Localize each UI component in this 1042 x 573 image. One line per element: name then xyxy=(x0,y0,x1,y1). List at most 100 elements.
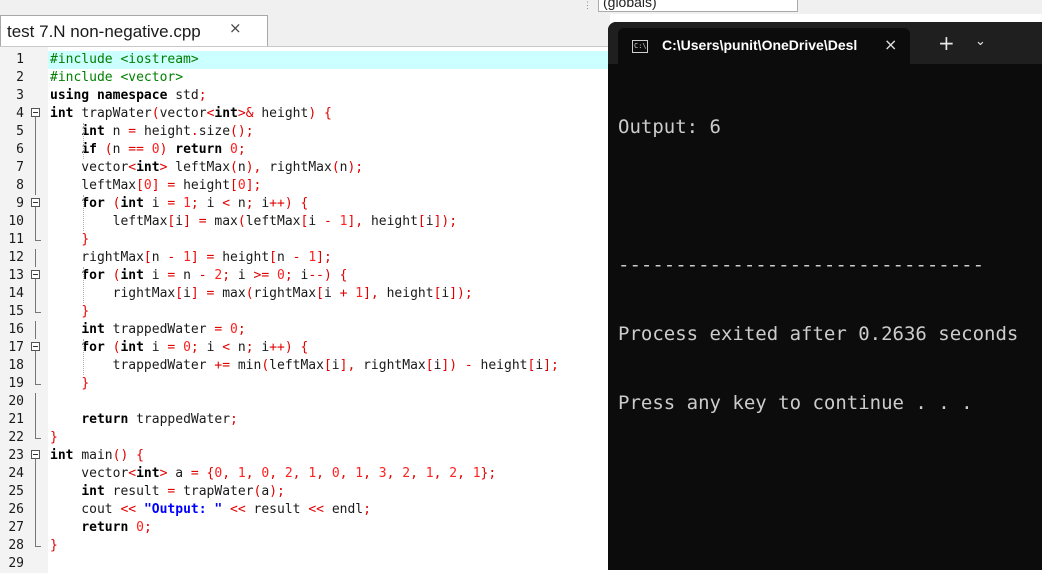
code-token: ( xyxy=(230,160,238,175)
code-line[interactable]: 14 rightMax[i] = max(rightMax[i + 1], he… xyxy=(0,285,610,303)
code-token: i xyxy=(206,340,223,355)
fold-toggle-icon[interactable] xyxy=(31,339,43,357)
code-token: . xyxy=(190,124,199,139)
code-token: i xyxy=(261,196,270,211)
code-token: , xyxy=(457,466,473,481)
code-line[interactable]: 29 xyxy=(0,555,610,573)
line-number: 11 xyxy=(8,232,24,247)
close-icon[interactable]: × xyxy=(229,19,242,37)
code-line[interactable]: 12 rightMax[n - 1] = height[n - 1]; xyxy=(0,249,610,267)
fold-line xyxy=(35,357,36,375)
line-number: 19 xyxy=(8,376,24,391)
code-token: - xyxy=(198,268,215,283)
code-line[interactable]: 27 return 0; xyxy=(0,519,610,537)
code-token: 0 xyxy=(143,178,152,193)
code-line[interactable]: 16 int trappedWater = 0; xyxy=(0,321,610,339)
line-number: 27 xyxy=(8,520,24,535)
console-tab[interactable]: C:\ C:\Users\punit\OneDrive\Desl × xyxy=(618,28,910,64)
code-text: leftMax[i] = max(leftMax[i - 1], height[… xyxy=(50,213,457,231)
code-line[interactable]: 22} xyxy=(0,429,610,447)
code-line[interactable]: 11 } xyxy=(0,231,610,249)
code-token: 1 xyxy=(308,466,317,481)
code-token: return xyxy=(81,520,137,535)
line-number: 25 xyxy=(8,484,24,499)
line-number: 3 xyxy=(16,88,24,103)
code-token: << xyxy=(120,502,144,517)
code-line[interactable]: 8 leftMax[0] = height[0]; xyxy=(0,177,610,195)
fold-line xyxy=(31,159,43,177)
code-line[interactable]: 20 xyxy=(0,393,610,411)
fold-toggle-icon[interactable] xyxy=(31,195,43,213)
code-token: n xyxy=(151,250,168,265)
minus-box-icon[interactable] xyxy=(31,450,40,459)
code-line[interactable]: 26 cout << "Output: " << result << endl; xyxy=(0,501,610,519)
code-lines: 1 #include <iostream> 2 #include <vector> 3 u… xyxy=(0,51,610,573)
code-line[interactable]: 15 } xyxy=(0,303,610,321)
code-line[interactable]: 17 for (int i = 0; i < n; i++) { xyxy=(0,339,610,357)
code-text: return trappedWater; xyxy=(50,411,238,429)
code-token: n xyxy=(112,142,129,157)
minus-box-icon[interactable] xyxy=(31,270,40,279)
code-token: #include <iostream> xyxy=(50,52,199,67)
code-token: [ xyxy=(136,178,144,193)
code-line[interactable]: 4 int trapWater(vector<int>& height) { xyxy=(0,105,610,123)
code-line[interactable]: 21 return trappedWater; xyxy=(0,411,610,429)
line-number: 23 xyxy=(8,448,24,463)
code-line[interactable]: 13 for (int i = n - 2; i >= 0; i--) { xyxy=(0,267,610,285)
fold-end-line xyxy=(35,303,41,313)
code-line[interactable]: 2 #include <vector> xyxy=(0,69,610,87)
minus-box-icon[interactable] xyxy=(31,198,40,207)
line-number: 2 xyxy=(16,70,24,85)
code-line[interactable]: 5 int n = height.size(); xyxy=(0,123,610,141)
fold-line xyxy=(31,177,43,195)
console-output: Output: 6 ​ ----------------------------… xyxy=(618,70,1018,461)
line-number: 13 xyxy=(8,268,24,283)
code-token: = xyxy=(128,124,144,139)
fold-toggle-icon[interactable] xyxy=(31,105,43,123)
code-token: () { xyxy=(112,448,144,463)
fold-line xyxy=(31,141,43,159)
code-line[interactable]: 28} xyxy=(0,537,610,555)
code-line[interactable]: 18 trappedWater += min(leftMax[i], right… xyxy=(0,357,610,375)
line-number: 20 xyxy=(8,394,24,409)
minus-box-icon[interactable] xyxy=(31,342,40,351)
code-token: n xyxy=(183,268,199,283)
code-line[interactable]: 3 using namespace std; xyxy=(0,87,610,105)
code-token: 1 xyxy=(355,286,364,301)
file-tab[interactable]: test 7.N non-negative.cpp × xyxy=(0,15,268,46)
code-editor[interactable]: 1 #include <iostream> 2 #include <vector> 3 u… xyxy=(0,47,610,573)
code-token: "Output: " xyxy=(143,502,223,517)
fold-end-line xyxy=(35,429,41,439)
code-line[interactable]: 7 vector<int> leftMax(n), rightMax(n); xyxy=(0,159,610,177)
code-line[interactable]: 19 } xyxy=(0,375,610,393)
code-line[interactable]: 6 if (n == 0) return 0; xyxy=(0,141,610,159)
code-line[interactable]: 1 #include <iostream> xyxy=(0,51,610,69)
code-token: i xyxy=(425,214,434,229)
code-token: 0 xyxy=(237,178,246,193)
scope-dropdown[interactable]: (globals) xyxy=(598,0,798,12)
code-line[interactable]: 25 int result = trapWater(a); xyxy=(0,483,610,501)
fold-toggle-icon[interactable] xyxy=(31,447,43,465)
code-line[interactable]: 9 for (int i = 1; i < n; i++) { xyxy=(0,195,610,213)
fold-line xyxy=(31,285,43,303)
code-line[interactable]: 23 int main() { xyxy=(0,447,610,465)
new-tab-plus-icon[interactable]: + xyxy=(938,31,955,55)
fold-toggle-icon[interactable] xyxy=(31,267,43,285)
code-token: n xyxy=(277,250,293,265)
code-token: main xyxy=(81,448,113,463)
code-line[interactable]: 10 leftMax[i] = max(leftMax[i - 1], heig… xyxy=(0,213,610,231)
code-token: [ xyxy=(269,250,277,265)
console-window[interactable]: C:\ C:\Users\punit\OneDrive\Desl × + ⌄ O… xyxy=(608,22,1042,570)
close-icon[interactable]: × xyxy=(884,35,897,54)
code-token: i xyxy=(308,214,324,229)
code-line[interactable]: 24 vector<int> a = {0, 1, 0, 2, 1, 0, 1,… xyxy=(0,465,610,483)
code-token: ] = xyxy=(183,214,215,229)
fold-line xyxy=(31,411,43,429)
minus-box-icon[interactable] xyxy=(31,108,40,117)
code-token: height xyxy=(370,214,418,229)
chevron-down-icon[interactable]: ⌄ xyxy=(975,34,986,49)
code-token: [ xyxy=(143,250,152,265)
code-token: a xyxy=(175,466,191,481)
fold-line xyxy=(31,465,43,483)
